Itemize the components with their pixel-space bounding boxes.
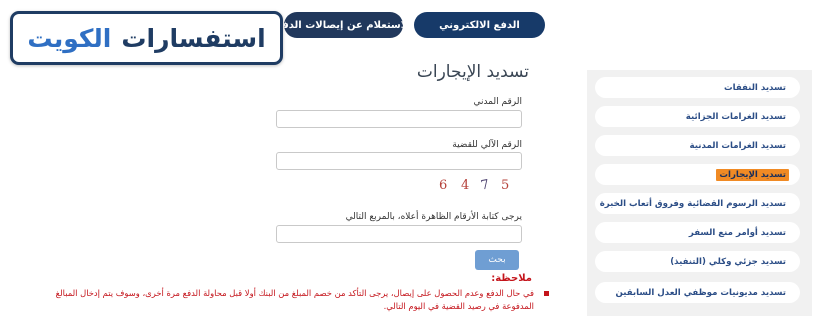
sidebar-item-label: تسديد النفقات	[723, 82, 786, 93]
sidebar-item-label: تسديد الغرامات المدنية	[689, 140, 786, 151]
captcha-digit: 7	[479, 177, 491, 194]
captcha-digit: 6	[439, 178, 448, 193]
sidebar: تسديد النفقات تسديد الغرامات الجزائية تس…	[587, 70, 812, 316]
tab-electronic-payment[interactable]: الدفع الالكتروني	[414, 12, 545, 38]
sidebar-item-civil-fines[interactable]: تسديد الغرامات المدنية	[595, 135, 800, 156]
site-logo: استفسارات الكويت	[10, 11, 283, 65]
sidebar-item-rents[interactable]: تسديد الإيجارات	[595, 164, 800, 185]
notes-title: ملاحظة:	[491, 273, 532, 284]
sidebar-item-alimony[interactable]: تسديد النفقات	[595, 77, 800, 98]
sidebar-item-travel-ban[interactable]: تسديد أوامر منع السفر	[595, 222, 800, 243]
sidebar-item-label: تسديد جزئي وكلي (التنفيذ)	[670, 256, 786, 267]
captcha-image: 6 4 7 5	[435, 177, 515, 196]
main-content: تسديد الإيجارات الرقم المدني الرقم الآلي…	[14, 50, 579, 316]
sidebar-item-label: تسديد أوامر منع السفر	[688, 227, 786, 238]
sidebar-item-criminal-fines[interactable]: تسديد الغرامات الجزائية	[595, 106, 800, 127]
tab-payment-receipts-inquiry[interactable]: الاستعلام عن إيصالات الدفع	[284, 12, 403, 38]
civil-id-field[interactable]	[276, 110, 522, 128]
search-button[interactable]: بحث	[475, 250, 519, 270]
sidebar-item-court-fees[interactable]: تسديد الرسوم القضائية وفروق أتعاب الخبرة	[595, 193, 800, 214]
brand-word-kuwait: الكويت	[27, 23, 112, 53]
captcha-digit: 4	[461, 178, 470, 193]
case-number-label: الرقم الآلي للقضية	[452, 140, 522, 150]
civil-id-label: الرقم المدني	[473, 97, 522, 107]
page-title: تسديد الإيجارات	[416, 62, 529, 82]
captcha-field[interactable]	[276, 225, 522, 243]
sidebar-item-label: تسديد الرسوم القضائية وفروق أتعاب الخبرة	[599, 198, 786, 209]
case-number-field[interactable]	[276, 152, 522, 170]
sidebar-item-execution-payment[interactable]: تسديد جزئي وكلي (التنفيذ)	[595, 251, 800, 272]
captcha-digit: 5	[501, 178, 510, 193]
brand-word-inquiries: استفسارات	[121, 23, 266, 53]
note-text: في حال الدفع وعدم الحصول على إيصال، يرجى…	[55, 288, 534, 311]
sidebar-item-former-employees-debts[interactable]: تسديد مديونيات موظفي العدل السابقين	[595, 282, 800, 303]
sidebar-item-label: تسديد الإيجارات	[716, 168, 789, 181]
sidebar-item-label: تسديد مديونيات موظفي العدل السابقين	[615, 287, 786, 298]
bullet-icon	[544, 291, 549, 296]
sidebar-item-label: تسديد الغرامات الجزائية	[685, 111, 786, 122]
captcha-label: يرجى كتابة الأرقام الظاهرة أعلاه، بالمرب…	[345, 212, 522, 222]
